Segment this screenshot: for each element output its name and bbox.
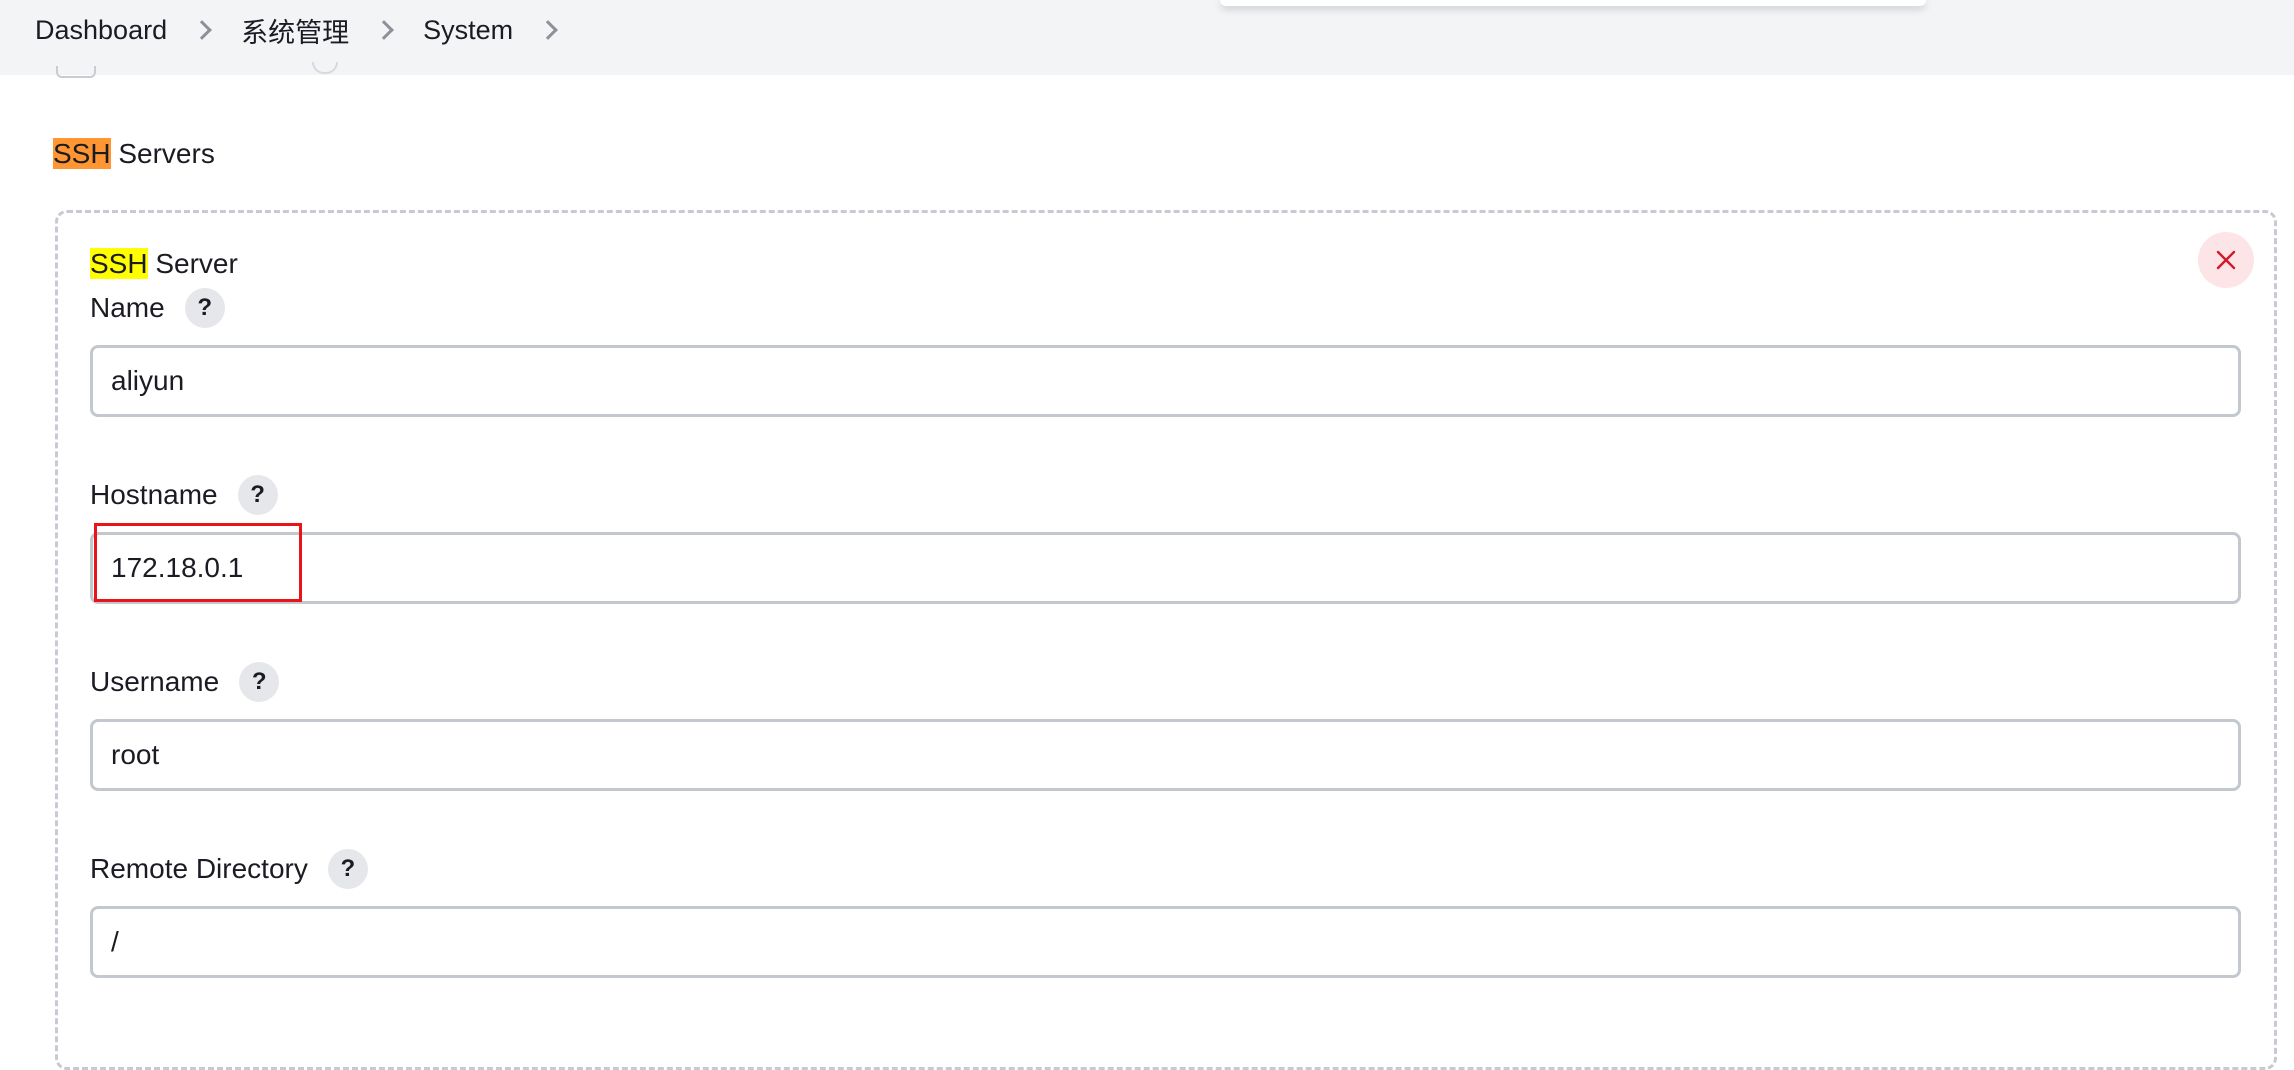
hostname-input[interactable] (90, 532, 2241, 604)
username-input[interactable] (90, 719, 2241, 791)
chevron-right-icon (374, 20, 394, 40)
breadcrumb-item-system-management[interactable]: 系统管理 (241, 11, 349, 50)
ssh-server-title: SSH Server (90, 248, 238, 280)
delete-server-button[interactable] (2198, 232, 2254, 288)
partial-toggle[interactable] (56, 66, 96, 78)
chevron-right-icon[interactable] (538, 20, 559, 40)
name-label: Name (90, 292, 165, 323)
ssh-servers-heading: SSH Servers (53, 138, 215, 170)
breadcrumb-item-system[interactable]: System (423, 15, 513, 46)
remote-directory-help-icon[interactable]: ? (327, 849, 368, 889)
close-icon (2216, 250, 2236, 270)
username-field-label: Username ? (90, 662, 280, 702)
hostname-label: Hostname (90, 479, 218, 510)
chevron-right-icon (192, 20, 212, 40)
hostname-help-icon[interactable]: ? (237, 475, 278, 515)
name-help-icon[interactable]: ? (184, 288, 225, 328)
hostname-field-label: Hostname ? (90, 475, 278, 515)
search-highlight: SSH (90, 248, 148, 279)
find-bar-popover (1220, 0, 1926, 6)
remote-directory-input[interactable] (90, 906, 2241, 978)
breadcrumb-item-dashboard[interactable]: Dashboard (35, 15, 167, 46)
breadcrumb: Dashboard 系统管理 System (35, 0, 587, 60)
remote-directory-field-label: Remote Directory ? (90, 849, 368, 889)
username-label: Username (90, 666, 220, 697)
section-title-text: Servers (110, 138, 215, 169)
remote-directory-label: Remote Directory (90, 853, 308, 884)
name-field-label: Name ? (90, 288, 225, 328)
breadcrumb-bar: Dashboard 系统管理 System (0, 0, 2294, 75)
name-input[interactable] (90, 345, 2241, 417)
panel-title-text: Server (147, 248, 238, 279)
search-highlight-current: SSH (53, 138, 111, 169)
username-help-icon[interactable]: ? (239, 662, 280, 702)
